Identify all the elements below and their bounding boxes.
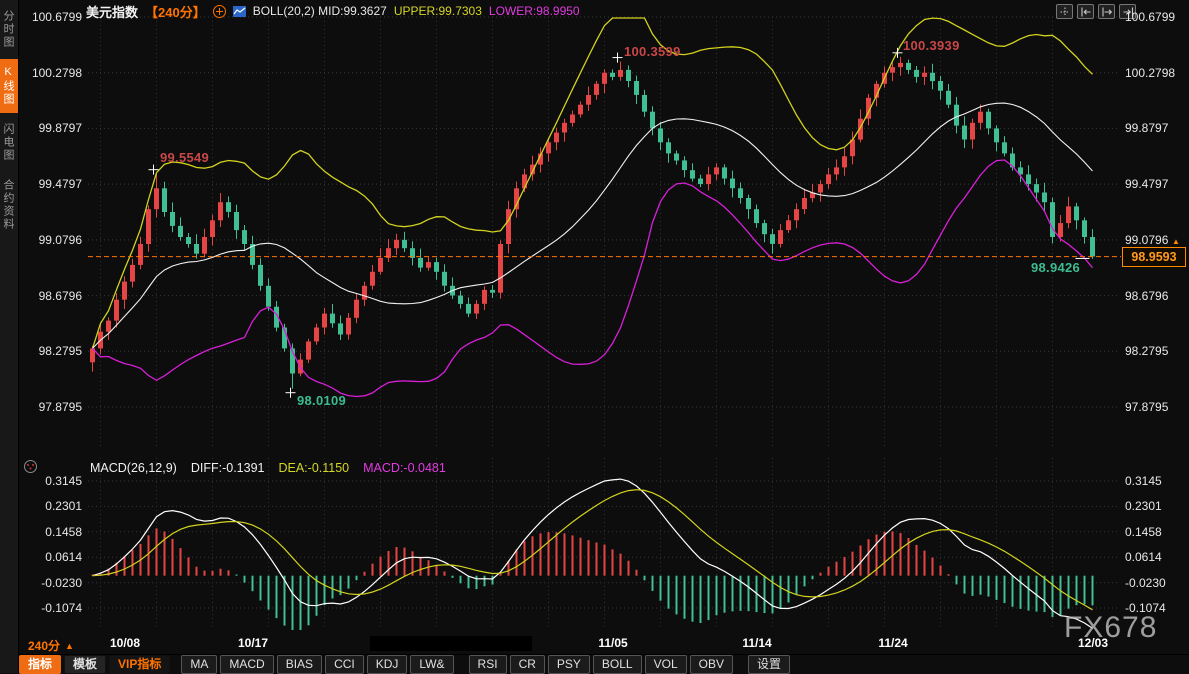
macd-macd-value: MACD:-0.0481 xyxy=(363,461,446,475)
macd-histogram xyxy=(93,528,1093,630)
price-axis-label-right: 99.8797 xyxy=(1125,121,1185,135)
grid-layer xyxy=(88,17,1120,630)
toolbar-button-cci[interactable]: CCI xyxy=(325,655,364,674)
period-label: 240分 xyxy=(28,637,60,654)
toolbar-button-bias[interactable]: BIAS xyxy=(277,655,322,674)
toolbar-button-template[interactable]: 模板 xyxy=(64,655,106,674)
boll-bands xyxy=(93,18,1093,397)
macd-axis-label-left: -0.0230 xyxy=(22,576,82,590)
symbol-title: 美元指数 xyxy=(86,2,138,21)
dea-line xyxy=(93,490,1093,610)
toolbar-button-settings[interactable]: 设置 xyxy=(748,655,790,674)
date-tick-12-03: 12/03 xyxy=(1078,636,1108,650)
high-price-annotation: 100.3599 xyxy=(624,44,681,59)
price-axis-label-left: 100.6799 xyxy=(22,10,82,24)
low-price-annotation: 98.0109 xyxy=(297,393,346,408)
high-price-annotation: 100.3939 xyxy=(903,38,960,53)
price-axis-label-right: 99.4797 xyxy=(1125,177,1185,191)
sidebar-tab-minute-chart[interactable]: 分时图 xyxy=(0,3,18,56)
macd-axis-label-left: 0.2301 xyxy=(22,499,82,513)
last-price-marker: 98.9593 xyxy=(1122,247,1186,267)
high-price-annotation: 99.5549 xyxy=(160,150,209,165)
macd-axis-label-right: 0.2301 xyxy=(1125,499,1185,513)
compress-right-icon[interactable] xyxy=(1098,4,1115,19)
toolbar-button-kdj[interactable]: KDJ xyxy=(367,655,408,674)
macd-axis-label-left: 0.1458 xyxy=(22,525,82,539)
sidebar-tab-contract-info[interactable]: 合约资料 xyxy=(0,172,18,238)
sidebar-tab-flash-chart[interactable]: 闪电图 xyxy=(0,116,18,169)
macd-axis-label-left: 0.3145 xyxy=(22,474,82,488)
macd-legend: MACD(26,12,9) DIFF:-0.1391 DEA:-0.1150 M… xyxy=(90,461,446,475)
macd-diff-value: DIFF:-0.1391 xyxy=(191,461,265,475)
macd-axis-label-right: 0.3145 xyxy=(1125,474,1185,488)
period-badge[interactable]: 240分 ▲ xyxy=(28,637,74,654)
date-tick-11-05: 11/05 xyxy=(598,636,627,650)
indicator-chart-icon xyxy=(233,6,246,17)
toolbar-button-indicator[interactable]: 指标 xyxy=(19,655,61,674)
date-tick-11-14: 11/14 xyxy=(742,636,771,650)
boll-mid-line xyxy=(93,103,1093,348)
diff-line xyxy=(93,479,1093,628)
boll-lower-value: LOWER:98.9950 xyxy=(489,4,580,18)
macd-formula: MACD(26,12,9) xyxy=(90,461,177,475)
toolbar-button-psy[interactable]: PSY xyxy=(548,655,590,674)
toolbar-button-macd[interactable]: MACD xyxy=(220,655,273,674)
macd-axis-label-left: 0.0614 xyxy=(22,550,82,564)
macd-axis-label-right: 0.1458 xyxy=(1125,525,1185,539)
price-axis-label-right: 98.6796 xyxy=(1125,289,1185,303)
boll-lower-line xyxy=(93,160,1093,397)
macd-axis-label-left: -0.1074 xyxy=(22,601,82,615)
left-sidebar: 分时图 K线图闪电图合约资料 xyxy=(0,0,19,673)
date-tick-10-08: 10/08 xyxy=(110,636,140,650)
macd-axis-label-right: -0.1074 xyxy=(1125,601,1185,615)
chart-header: 美元指数 【240分】 BOLL(20,2) MID:99.3627 UPPER… xyxy=(86,3,580,19)
price-axis-label-right: 99.0796 xyxy=(1125,233,1185,247)
period-tag[interactable]: 【240分】 xyxy=(145,2,206,21)
chart-canvas[interactable] xyxy=(0,0,1189,673)
toolbar-button-rsi[interactable]: RSI xyxy=(469,655,507,674)
boll-legend: BOLL(20,2) MID:99.3627 xyxy=(253,4,387,18)
price-axis-label-right: 97.8795 xyxy=(1125,400,1185,414)
macd-axis-label-right: -0.0230 xyxy=(1125,576,1185,590)
date-tick-11-24: 11/24 xyxy=(878,636,907,650)
boll-upper-line xyxy=(93,18,1093,348)
toolbar-button-boll[interactable]: BOLL xyxy=(593,655,642,674)
price-axis-label-right: 100.6799 xyxy=(1125,10,1185,24)
toolbar-button-lw[interactable]: LW& xyxy=(410,655,453,674)
low-price-annotation: 98.9426 xyxy=(1031,260,1080,275)
price-axis-label-left: 99.8797 xyxy=(22,121,82,135)
axis-blackout-bar xyxy=(370,636,532,651)
price-axis-label-left: 100.2798 xyxy=(22,66,82,80)
price-axis-label-left: 98.2795 xyxy=(22,344,82,358)
toolbar-button-cr[interactable]: CR xyxy=(510,655,545,674)
price-axis-label-left: 99.0796 xyxy=(22,233,82,247)
period-arrow-icon: ▲ xyxy=(65,641,74,651)
macd-axis-label-right: 0.0614 xyxy=(1125,550,1185,564)
price-axis-label-left: 97.8795 xyxy=(22,400,82,414)
price-axis-label-left: 98.6796 xyxy=(22,289,82,303)
circle-plus-icon[interactable] xyxy=(213,5,226,18)
bottom-toolbar: 指标模板VIP指标 MAMACDBIASCCIKDJLW&RSICRPSYBOLL… xyxy=(19,654,1189,674)
toolbar-button-ma[interactable]: MA xyxy=(181,655,217,674)
sidebar-tab-kline-chart[interactable]: K线图 xyxy=(0,59,18,113)
boll-upper-value: UPPER:99.7303 xyxy=(394,4,482,18)
macd-dea-value: DEA:-0.1150 xyxy=(278,461,349,475)
window-tools xyxy=(1056,4,1136,19)
price-axis-label-right: 98.2795 xyxy=(1125,344,1185,358)
toolbar-button-vip-indicator[interactable]: VIP指标 xyxy=(109,655,170,674)
pan-crosshair-icon[interactable] xyxy=(1056,4,1073,19)
compress-left-icon[interactable] xyxy=(1077,4,1094,19)
boll-mid-value: MID:99.3627 xyxy=(318,4,387,18)
price-axis-label-left: 99.4797 xyxy=(22,177,82,191)
toolbar-button-vol[interactable]: VOL xyxy=(645,655,687,674)
macd-lines xyxy=(93,479,1093,628)
date-tick-10-17: 10/17 xyxy=(238,636,268,650)
toolbar-button-obv[interactable]: OBV xyxy=(690,655,733,674)
price-axis-label-right: 100.2798 xyxy=(1125,66,1185,80)
